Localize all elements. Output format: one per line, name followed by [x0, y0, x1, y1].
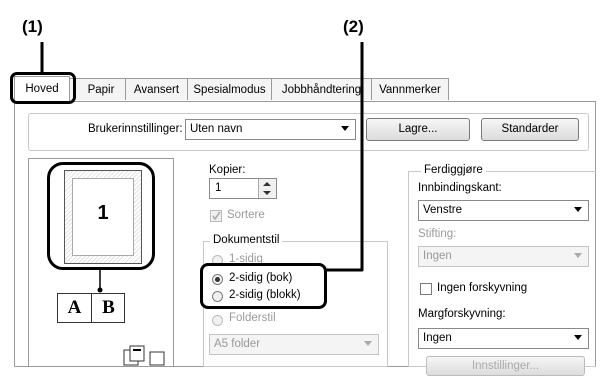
preview-page-icon: 1 — [64, 170, 142, 264]
staple-icon — [123, 345, 165, 366]
tab-papir[interactable]: Papir — [68, 78, 126, 100]
radio-2-sidig-blokk-overlay[interactable] — [212, 291, 223, 302]
staple-label: Stifting: — [418, 228, 457, 240]
tab-vannmerker[interactable]: Vannmerker — [371, 78, 449, 100]
callout-2-label: (2) — [343, 17, 364, 36]
user-settings-label: Brukerinnstillinger: — [88, 123, 183, 135]
copies-stepper-buttons — [258, 179, 276, 198]
radio-folderstil-label: Folderstil — [229, 312, 276, 324]
book-letter-b: B — [102, 297, 115, 318]
copies-label: Kopier: — [209, 164, 246, 176]
book-page-right: B — [92, 294, 125, 322]
checkmark-icon — [212, 211, 221, 221]
preview-page-number: 1 — [97, 202, 109, 224]
collate-checkbox[interactable] — [210, 210, 222, 222]
settings-button[interactable]: Innstillinger... — [426, 356, 585, 376]
no-shift-checkbox[interactable] — [420, 283, 432, 295]
margin-shift-label: Margforskyvning: — [418, 308, 506, 320]
book-letter-a: A — [67, 297, 82, 318]
no-shift-label: Ingen forskyvning — [437, 282, 528, 294]
user-settings-select[interactable]: Uten navn — [185, 119, 356, 140]
callout-1-box — [10, 72, 76, 104]
document-style-legend: Dokumentstil — [210, 234, 283, 246]
copies-stepper[interactable]: 1 — [209, 178, 277, 199]
tab-spesialmodus[interactable]: Spesialmodus — [187, 78, 272, 100]
chevron-down-icon — [574, 207, 582, 212]
defaults-button[interactable]: Standarder — [481, 118, 579, 141]
callout-2-box — [200, 263, 327, 309]
binding-label: Innbindingskant: — [418, 182, 502, 194]
radio-2-sidig-bok-overlay[interactable] — [212, 274, 223, 285]
chevron-down-icon — [574, 253, 582, 258]
book-binding-icon: A B — [57, 293, 125, 323]
copies-up-icon[interactable] — [263, 182, 271, 186]
radio-2-sidig-bok-text: 2-sidig (bok) — [229, 272, 293, 284]
copies-down-icon[interactable] — [263, 191, 271, 195]
folder-select[interactable]: A5 folder — [209, 334, 379, 355]
margin-shift-value: Ingen — [423, 332, 452, 344]
collate-label: Sortere — [227, 209, 265, 221]
margin-shift-select[interactable]: Ingen — [418, 328, 589, 349]
binding-select[interactable]: Venstre — [418, 200, 589, 221]
staple-select[interactable]: Ingen — [418, 246, 589, 267]
save-button[interactable]: Lagre... — [366, 118, 470, 141]
chevron-down-icon — [341, 126, 349, 131]
binding-value: Venstre — [423, 204, 462, 216]
staple-value: Ingen — [423, 250, 452, 262]
radio-folderstil[interactable] — [212, 315, 223, 326]
book-page-left: A — [58, 294, 92, 322]
tab-avansert[interactable]: Avansert — [125, 78, 188, 100]
radio-2-sidig-blokk-text: 2-sidig (blokk) — [229, 289, 301, 301]
callout-1-label: (1) — [22, 17, 43, 36]
user-settings-value: Uten navn — [190, 123, 243, 135]
chevron-down-icon — [364, 341, 372, 346]
tab-jobbhandtering[interactable]: Jobbhåndtering — [271, 78, 372, 100]
copies-value: 1 — [215, 182, 222, 194]
chevron-down-icon — [574, 335, 582, 340]
finishing-legend: Ferdiggjøre — [421, 164, 486, 176]
folder-value: A5 folder — [214, 338, 261, 350]
